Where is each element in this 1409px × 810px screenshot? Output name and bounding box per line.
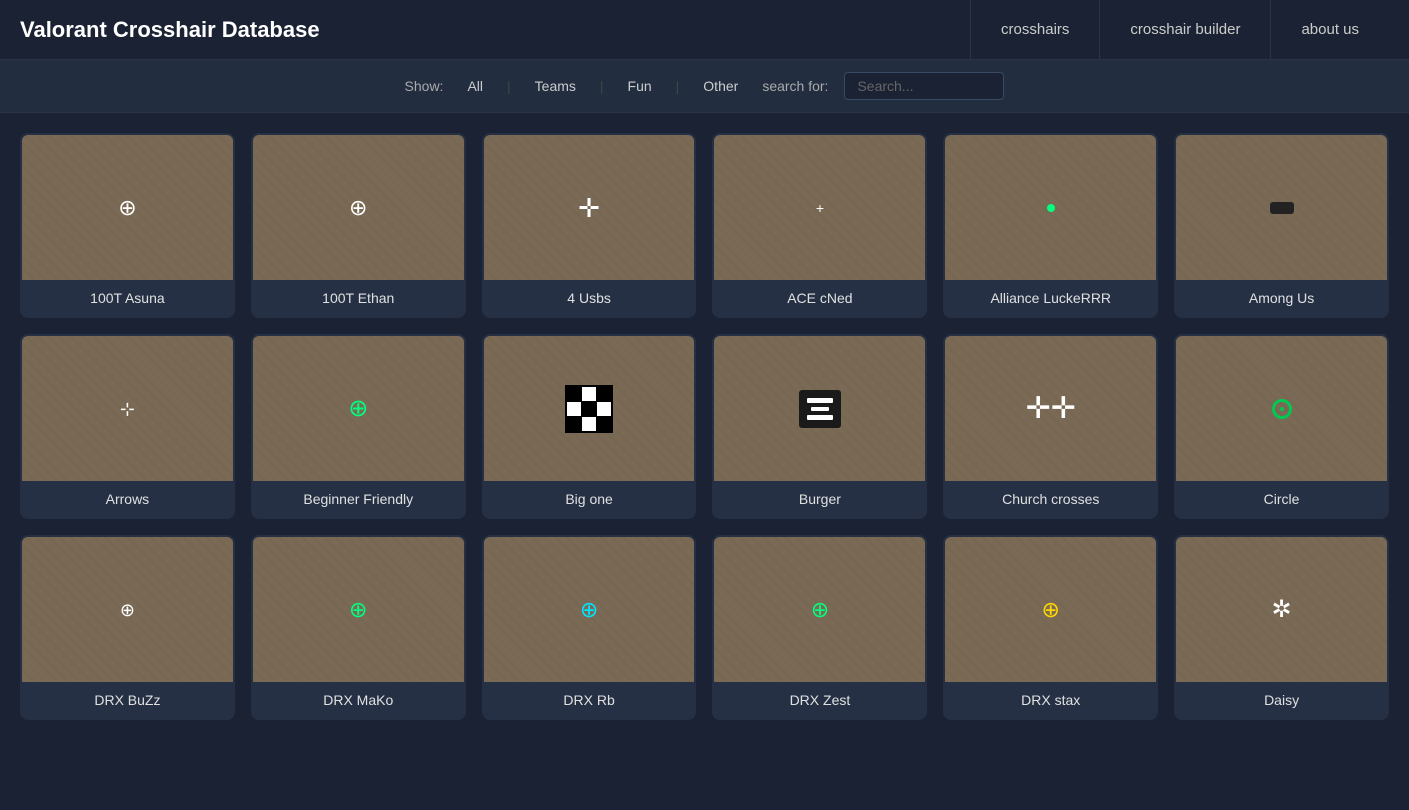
header: Valorant Crosshair Database crosshairs c…	[0, 0, 1409, 60]
crosshair-symbol: ⊕	[349, 197, 367, 219]
card-image	[1176, 135, 1387, 280]
card-image	[1176, 336, 1387, 481]
card-arrows[interactable]: ⊹ Arrows	[20, 334, 235, 519]
card-label: DRX BuZz	[22, 682, 233, 718]
card-label: Alliance LuckeRRR	[945, 280, 1156, 316]
crosshair-symbol: ✛	[578, 195, 600, 221]
card-image: ⊕	[945, 537, 1156, 682]
card-image: ✛	[484, 135, 695, 280]
crosshair-symbol: ⊕	[580, 599, 598, 621]
card-image: ⊕	[714, 537, 925, 682]
nav-crosshairs[interactable]: crosshairs	[970, 0, 1099, 59]
card-label: Big one	[484, 481, 695, 517]
crosshair-symbol: ⊕	[349, 599, 367, 621]
search-label: search for:	[762, 78, 828, 94]
show-label: Show:	[405, 78, 444, 94]
crosshair-symbol	[1047, 204, 1055, 212]
filter-bar: Show: All | Teams | Fun | Other search f…	[0, 60, 1409, 113]
card-church-crosses[interactable]: ✛✛ Church crosses	[943, 334, 1158, 519]
crosshair-symbol: ⊕	[348, 397, 368, 421]
card-label: 100T Asuna	[22, 280, 233, 316]
crosshair-symbol: ⊕	[1042, 599, 1060, 621]
card-among-us[interactable]: Among Us	[1174, 133, 1389, 318]
card-image: ⊕	[484, 537, 695, 682]
crosshair-grid: ⊕ 100T Asuna ⊕ 100T Ethan ✛ 4 Usbs + ACE…	[0, 113, 1409, 740]
card-image: ⊕	[22, 537, 233, 682]
card-label: DRX stax	[945, 682, 1156, 718]
card-label: Church crosses	[945, 481, 1156, 517]
card-label: Daisy	[1176, 682, 1387, 718]
card-label: DRX Rb	[484, 682, 695, 718]
card-image: ⊕	[22, 135, 233, 280]
card-image: ⊕	[253, 135, 464, 280]
circle-crosshair	[1272, 399, 1292, 419]
card-alliance-luckerrr[interactable]: Alliance LuckeRRR	[943, 133, 1158, 318]
filter-teams[interactable]: Teams	[527, 76, 584, 96]
card-drx-buzz[interactable]: ⊕ DRX BuZz	[20, 535, 235, 720]
crosshair-symbol: ⊕	[811, 599, 829, 621]
card-circle[interactable]: Circle	[1174, 334, 1389, 519]
card-label: ACE cNed	[714, 280, 925, 316]
nav-crosshair-builder[interactable]: crosshair builder	[1099, 0, 1270, 59]
card-4-usbs[interactable]: ✛ 4 Usbs	[482, 133, 697, 318]
nav-about-us[interactable]: about us	[1270, 0, 1389, 59]
card-image: ⊹	[22, 336, 233, 481]
crosshair-symbol: ⊹	[120, 400, 135, 418]
card-image: ⊕	[253, 537, 464, 682]
card-image	[945, 135, 1156, 280]
card-drx-zest[interactable]: ⊕ DRX Zest	[712, 535, 927, 720]
crosshair-symbol: ⊕	[120, 601, 135, 619]
filter-other[interactable]: Other	[695, 76, 746, 96]
main-nav: crosshairs crosshair builder about us	[970, 0, 1389, 59]
card-image	[714, 336, 925, 481]
search-input[interactable]	[844, 72, 1004, 100]
card-label: Beginner Friendly	[253, 481, 464, 517]
card-100t-asuna[interactable]: ⊕ 100T Asuna	[20, 133, 235, 318]
card-image	[484, 336, 695, 481]
card-label: Burger	[714, 481, 925, 517]
crosshair-symbol: +	[816, 201, 824, 215]
filter-all[interactable]: All	[459, 76, 491, 96]
card-image: ⊕	[253, 336, 464, 481]
card-big-one[interactable]: Big one	[482, 334, 697, 519]
card-drx-rb[interactable]: ⊕ DRX Rb	[482, 535, 697, 720]
card-image: ✲	[1176, 537, 1387, 682]
card-beginner-friendly[interactable]: ⊕ Beginner Friendly	[251, 334, 466, 519]
crosshair-symbol: ✛✛	[1026, 394, 1076, 424]
card-label: DRX Zest	[714, 682, 925, 718]
site-title: Valorant Crosshair Database	[20, 17, 970, 43]
card-burger[interactable]: Burger	[712, 334, 927, 519]
card-drx-stax[interactable]: ⊕ DRX stax	[943, 535, 1158, 720]
burger-shape	[799, 390, 841, 428]
big-block-shape	[565, 385, 613, 433]
filter-fun[interactable]: Fun	[620, 76, 660, 96]
card-daisy[interactable]: ✲ Daisy	[1174, 535, 1389, 720]
card-label: 4 Usbs	[484, 280, 695, 316]
card-label: 100T Ethan	[253, 280, 464, 316]
card-image: ✛✛	[945, 336, 1156, 481]
crosshair-symbol: ✲	[1272, 598, 1292, 622]
card-image: +	[714, 135, 925, 280]
card-ace-cned[interactable]: + ACE cNed	[712, 133, 927, 318]
card-drx-mako[interactable]: ⊕ DRX MaKo	[251, 535, 466, 720]
card-label: Among Us	[1176, 280, 1387, 316]
card-label: Circle	[1176, 481, 1387, 517]
crosshair-symbol	[1270, 202, 1294, 214]
card-100t-ethan[interactable]: ⊕ 100T Ethan	[251, 133, 466, 318]
card-label: Arrows	[22, 481, 233, 517]
crosshair-symbol: ⊕	[118, 197, 136, 219]
card-label: DRX MaKo	[253, 682, 464, 718]
